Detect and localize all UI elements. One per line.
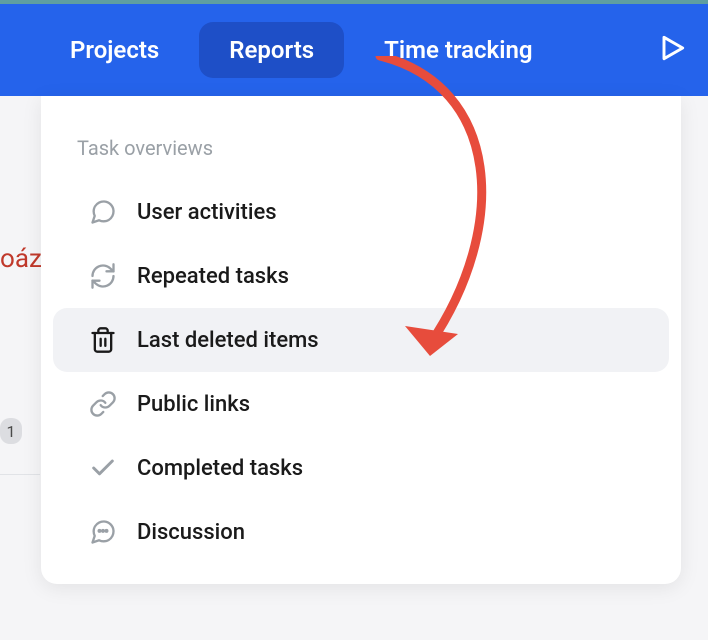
reports-dropdown: Task overviews User activities Repeated …	[41, 96, 681, 584]
check-icon	[89, 454, 117, 482]
count-badge: 1	[0, 418, 22, 444]
background-text: oáz	[0, 244, 42, 274]
menu-item-user-activities[interactable]: User activities	[53, 180, 669, 244]
menu-item-label: Last deleted items	[137, 328, 633, 353]
menu-item-label: Repeated tasks	[137, 264, 633, 289]
comment-icon	[89, 198, 117, 226]
nav-projects[interactable]: Projects	[40, 22, 189, 78]
discussion-icon	[89, 518, 117, 546]
nav-reports[interactable]: Reports	[199, 22, 344, 78]
section-title: Task overviews	[41, 136, 681, 180]
main-nav-bar: Projects Reports Time tracking	[0, 4, 708, 96]
nav-time-tracking[interactable]: Time tracking	[354, 22, 562, 78]
menu-item-last-deleted-items[interactable]: Last deleted items	[53, 308, 669, 372]
menu-item-label: Discussion	[137, 520, 633, 545]
menu-item-discussion[interactable]: Discussion	[53, 500, 669, 564]
divider-line	[0, 474, 40, 475]
menu-item-label: Public links	[137, 392, 633, 417]
menu-item-public-links[interactable]: Public links	[53, 372, 669, 436]
menu-item-label: User activities	[137, 200, 633, 225]
menu-item-label: Completed tasks	[137, 456, 633, 481]
link-icon	[89, 390, 117, 418]
play-icon[interactable]	[656, 32, 688, 68]
trash-icon	[89, 326, 117, 354]
refresh-icon	[89, 262, 117, 290]
menu-item-completed-tasks[interactable]: Completed tasks	[53, 436, 669, 500]
menu-item-repeated-tasks[interactable]: Repeated tasks	[53, 244, 669, 308]
